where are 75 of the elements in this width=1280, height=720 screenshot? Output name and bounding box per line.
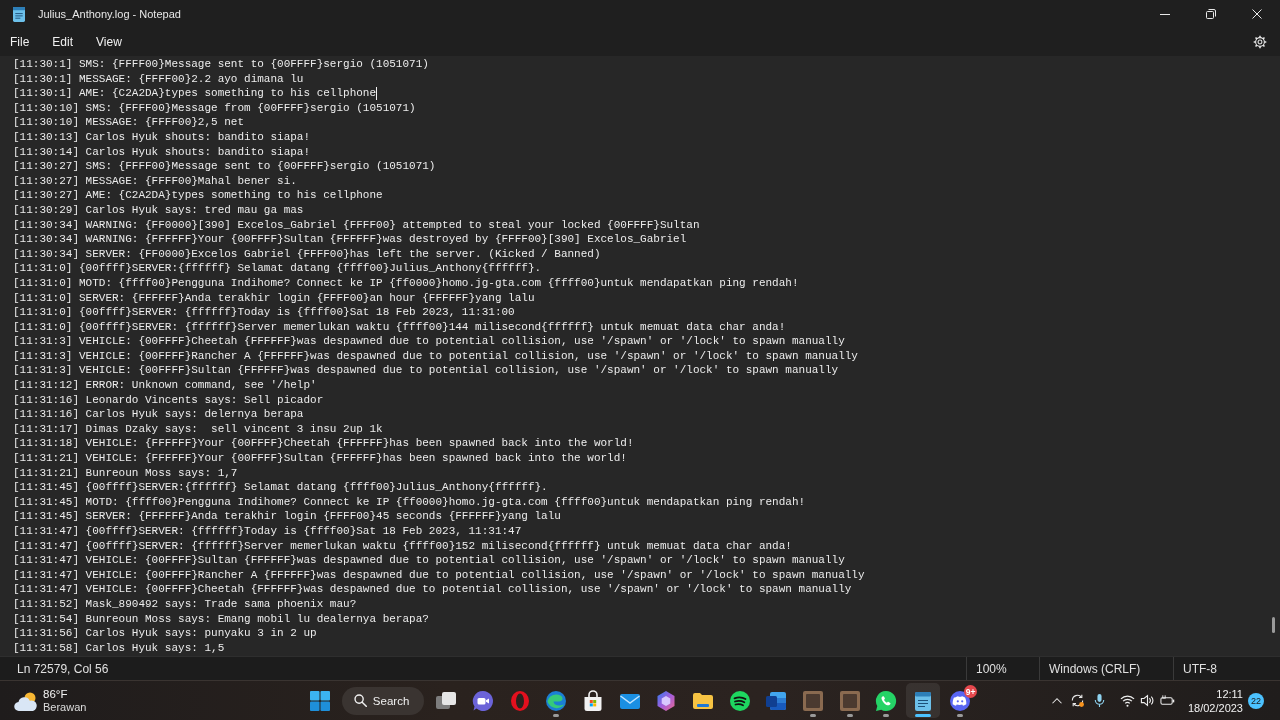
log-line: [11:30:10] MESSAGE: {FFFF00}2,5 net: [13, 115, 245, 130]
clock-time[interactable]: 12:11: [1216, 686, 1243, 701]
log-line: [11:31:17] Dimas Dzaky says: sell vincent 3 insu 2up 1k: [13, 421, 383, 437]
log-line: [11:30:27] SMS: {FFFF00}Message sent to {00FFFF}sergio (1051071): [13, 159, 436, 174]
log-line: [11:30:10] SMS: {FFFF00}Message from {00FFFF}sergio (1051071): [13, 100, 416, 116]
log-line: [11:31:47] {00ffff}SERVER: {ffffff}Today is {ffff00}Sat 18 Feb 2023, 11:31:47: [13, 524, 522, 539]
log-line: [11:31:21] VEHICLE: {FFFFFF}Your {00FFFF}Sultan {FFFFFF}has been spawned back into the world!: [13, 451, 627, 466]
notification-count[interactable]: 22: [1248, 692, 1264, 709]
log-line: [11:31:16] Leonardo Vincents says: Sell picador: [13, 392, 324, 408]
taskbar-button[interactable]: [906, 683, 941, 718]
log-line: [11:31:47] VEHICLE: {00FFFF}Cheetah {FFFFFF}was despawned due to potential collision, use '/spawn' or '/lock' to spawn manually: [13, 582, 852, 597]
log-line: [11:30:1] SMS: {FFFF00}Message sent to {00FFFF}sergio (1051071): [13, 57, 429, 72]
log-line: [11:30:13] Carlos Hyuk shouts: bandito siapa!: [13, 129, 311, 145]
log-line: [11:31:47] VEHICLE: {00FFFF}Sultan {FFFFFF}was despawned due to potential collision, use '/spawn' or '/lock' to spawn manually: [13, 553, 845, 568]
log-line: [11:30:34] WARNING: {FF0000}[390] Excelos_Gabriel {FFFF00} attempted to steal your locked {00FFFF}Sultan: [13, 217, 700, 233]
close-icon: [1252, 9, 1262, 19]
log-line: [11:30:34] SERVER: {FF0000}Excelos Gabriel {FFFF00}has left the server. (Kicked / Banned): [13, 246, 601, 262]
sound-waves-icon: [727, 688, 752, 713]
weather-condition: Berawan: [43, 700, 87, 714]
menu-item[interactable]: View: [86, 31, 132, 53]
four-squares-icon: [309, 690, 330, 711]
notification-badge: 9+: [964, 685, 978, 698]
log-line: [11:31:0] MOTD: {ffff00}Pengguna Indihome? Connect ke IP {ff0000}homo.jg-gta.com {ffff00}untuk mendapatkan ping rendah!: [13, 275, 799, 291]
text-encoding: UTF-8: [1183, 661, 1217, 676]
swirl-icon: [544, 688, 569, 713]
log-line: [11:30:27] MESSAGE: {FFFF00}Mahal bener si.: [13, 173, 297, 189]
log-line: [11:31:45] {00ffff}SERVER:{ffffff} Selamat datang {ffff00}Julius_Anthony{ffffff}.: [13, 480, 548, 495]
log-line: [11:31:18] VEHICLE: {FFFFFF}Your {00FFFF}Cheetah {FFFFFF}has been spawned back into the world!: [13, 436, 634, 452]
log-line: [11:31:0] {00ffff}SERVER: {ffffff}Today is {ffff00}Sat 18 Feb 2023, 11:31:00: [13, 305, 515, 320]
log-line: [11:31:16] Carlos Hyuk says: delernya berapa: [13, 407, 304, 422]
restore-icon: [1206, 9, 1216, 19]
log-line: [11:31:3] VEHICLE: {00FFFF}Sultan {FFFFFF}was despawned due to potential collision, use '/spawn' or '/lock' to spawn manually: [13, 363, 839, 379]
battery-icon[interactable]: [1160, 693, 1176, 708]
video-camera-icon: [470, 688, 495, 713]
log-line: [11:31:45] MOTD: {ffff00}Pengguna Indihome? Connect ke IP {ff0000}homo.jg-gta.com {ffff00}untuk mendapatkan ping rendah!: [13, 494, 806, 510]
notepad-icon: [13, 6, 25, 22]
weather-temperature: 86°F: [43, 687, 68, 701]
photo-tile-icon: [801, 688, 826, 713]
log-line: [11:30:34] WARNING: {FFFFFF}Your {00FFFF}Sultan {FFFFFF}was destroyed by {FFFF00}[390] Excelos_Gabriel: [13, 232, 687, 247]
cursor-position: Ln 72579, Col 56: [17, 661, 109, 676]
log-line: [11:31:58] Carlos Hyuk says: 1,5: [13, 640, 225, 656]
window-title: Julius_Anthony.log - Notepad: [38, 8, 181, 20]
scrollbar-thumb[interactable]: [1272, 617, 1275, 633]
log-line: [11:30:27] AME: {C2A2DA}types something to his cellphone: [13, 188, 383, 203]
log-line: [11:30:1] MESSAGE: {FFFF00}2.2 ayo dimana lu: [13, 71, 304, 87]
sync-icon[interactable]: [1070, 693, 1086, 708]
wifi-icon[interactable]: [1120, 693, 1136, 708]
log-line: [11:31:3] VEHICLE: {00FFFF}Rancher A {FFFFFF}was despawned due to potential collision, use '/spawn' or '/lock' to spawn manually: [13, 348, 858, 364]
log-line: [11:30:29] Carlos Hyuk says: tred mau ga mas: [13, 202, 304, 218]
zoom-level: 100%: [976, 661, 1007, 676]
log-line: [11:31:21] Bunreoun Moss says: 1,7: [13, 465, 238, 481]
menu-item[interactable]: File: [0, 31, 40, 53]
log-line: [11:30:14] Carlos Hyuk shouts: bandito siapa!: [13, 144, 311, 160]
phone-bubble-icon: [874, 688, 899, 713]
photo-tile-icon: [837, 688, 862, 713]
search-button[interactable]: Search: [341, 686, 424, 715]
log-line: [11:31:12] ERROR: Unknown command, see '/help': [13, 378, 317, 393]
clock-date[interactable]: 18/02/2023: [1187, 700, 1243, 715]
log-line: [11:31:0] {00ffff}SERVER:{ffffff} Selamat datang {ffff00}Julius_Anthony{ffffff}.: [13, 261, 542, 276]
log-line: [11:31:54] Bunreoun Moss says: Emang mobil lu dealernya berapa?: [13, 611, 429, 627]
log-line: [11:31:0] SERVER: {FFFFFF}Anda terakhir login {FFFF00}an hour {FFFFFF}yang lalu: [13, 290, 535, 306]
log-line: [11:31:3] VEHICLE: {00FFFF}Cheetah {FFFFFF}was despawned due to potential collision, use '/spawn' or '/lock' to spawn manually: [13, 334, 845, 349]
log-line: [11:31:45] SERVER: {FFFFFF}Anda terakhir login {FFFF00}45 seconds {FFFFFF}yang lalu: [13, 509, 561, 524]
log-line: [11:31:47] {00ffff}SERVER: {ffffff}Server memerlukan waktu {ffff00}152 milisecond{ffffff} untuk memuat data char anda!: [13, 538, 792, 554]
minimize-icon: [1160, 13, 1170, 15]
log-line: [11:31:47] VEHICLE: {00FFFF}Rancher A {FFFFFF}was despawned due to potential collision, use '/spawn' or '/lock' to spawn manually: [13, 567, 865, 583]
settings-icon: [1253, 35, 1267, 49]
log-line: [11:30:1] AME: {C2A2DA}types something to his cellphone: [13, 86, 377, 101]
log-line: [11:31:0] {00ffff}SERVER: {ffffff}Server memerlukan waktu {ffff00}144 milisecond{ffffff} untuk memuat data char anda!: [13, 319, 786, 335]
search-icon: [353, 694, 367, 707]
line-ending: Windows (CRLF): [1049, 661, 1141, 676]
menu-item[interactable]: Edit: [42, 31, 84, 53]
log-line: [11:31:52] Mask_890492 says: Trade sama phoenix mau?: [13, 596, 357, 612]
log-line: [11:31:56] Carlos Hyuk says: punyaku 3 in 2 up: [13, 626, 317, 641]
speaker-icon[interactable]: [1140, 693, 1156, 708]
